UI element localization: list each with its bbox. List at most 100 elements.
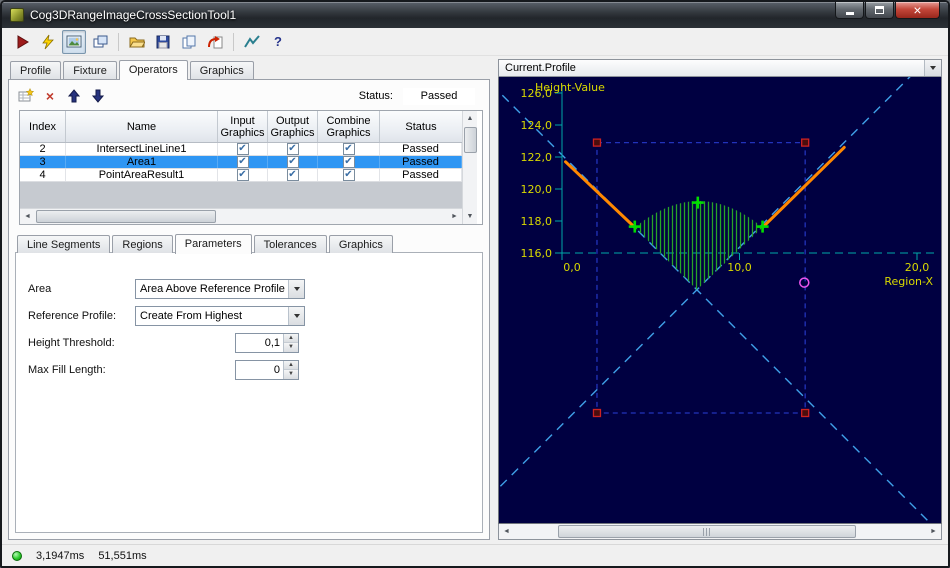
hscroll-thumb[interactable]: [36, 210, 216, 223]
tab-graphics[interactable]: Graphics: [189, 61, 254, 79]
column-header[interactable]: Output Graphics: [268, 111, 318, 142]
height-threshold-value[interactable]: 0,1: [236, 334, 283, 352]
cell-name: Area1: [66, 156, 218, 168]
copy-icon: [182, 35, 196, 48]
reference-profile-select[interactable]: Create From Highest: [135, 305, 305, 326]
process-time: 3,1947ms: [36, 549, 85, 562]
profile-hscroll-thumb[interactable]: [558, 525, 856, 538]
add-operator-button[interactable]: [17, 87, 35, 105]
app-icon: [10, 8, 24, 22]
run-continuous-button[interactable]: [36, 30, 60, 54]
close-button[interactable]: ×: [895, 2, 940, 19]
input-graphics-checkbox[interactable]: ✔: [236, 143, 249, 155]
move-down-button[interactable]: [89, 87, 107, 105]
operator-table-rows: 2 IntersectLineLine1 ✔ ✔ ✔ Passed 3 Area1 ✔ ✔ ✔ Pas…: [20, 143, 462, 182]
measure-profile-button[interactable]: [240, 30, 264, 54]
max-fill-length-value[interactable]: 0: [236, 361, 283, 379]
reset-button[interactable]: [203, 30, 227, 54]
cell-output-graphics: ✔: [268, 169, 318, 181]
toolbar-separator: [233, 32, 234, 51]
float-window-button[interactable]: [88, 30, 112, 54]
profile-display[interactable]: 126,0 124,0 122,0 120,0 118,0 116,0 0,0 10,0 20,…: [498, 77, 942, 524]
table-row[interactable]: 3 Area1 ✔ ✔ ✔ Passed: [20, 156, 462, 169]
status-label: Status:: [358, 90, 393, 102]
save-file-button[interactable]: [151, 30, 175, 54]
titlebar[interactable]: Cog3DRangeImageCrossSectionTool1 ×: [2, 2, 948, 28]
scroll-right-icon[interactable]: ►: [447, 209, 462, 224]
subtab-parameters[interactable]: Parameters: [174, 234, 252, 254]
status-bar: 3,1947ms 51,551ms: [2, 544, 948, 566]
minimize-button[interactable]: [835, 2, 864, 19]
spin-up-icon[interactable]: ▲: [284, 360, 298, 369]
column-header[interactable]: Input Graphics: [218, 111, 268, 142]
table-row[interactable]: 2 IntersectLineLine1 ✔ ✔ ✔ Passed: [20, 143, 462, 156]
left-panel: Profile Fixture Operators Graphics × Sta…: [8, 59, 490, 540]
subtab-regions[interactable]: Regions: [112, 235, 173, 253]
scroll-down-icon[interactable]: ▼: [463, 209, 478, 224]
toolbar-separator: [118, 32, 119, 51]
table-row[interactable]: 4 PointAreaResult1 ✔ ✔ ✔ Passed: [20, 169, 462, 182]
grip-icon: [702, 527, 712, 536]
output-graphics-checkbox[interactable]: ✔: [286, 156, 299, 168]
vscroll-thumb[interactable]: [463, 127, 477, 153]
output-graphics-checkbox[interactable]: ✔: [286, 169, 299, 181]
delete-operator-button[interactable]: ×: [41, 87, 59, 105]
subtab-graphics[interactable]: Graphics: [328, 235, 393, 253]
column-header[interactable]: Index: [20, 111, 66, 142]
open-file-button[interactable]: [125, 30, 149, 54]
move-up-button[interactable]: [65, 87, 83, 105]
spin-down-icon[interactable]: ▼: [284, 369, 298, 379]
add-operator-icon: [18, 88, 34, 102]
chevron-down-icon[interactable]: [288, 279, 304, 298]
spin-down-icon[interactable]: ▼: [284, 342, 298, 352]
tab-fixture[interactable]: Fixture: [63, 61, 117, 79]
subtab-tolerances[interactable]: Tolerances: [253, 235, 327, 253]
input-graphics-checkbox[interactable]: ✔: [236, 156, 249, 168]
height-threshold-label: Height Threshold:: [28, 336, 115, 349]
combine-graphics-checkbox[interactable]: ✔: [342, 143, 355, 155]
show-image-display-button[interactable]: [62, 29, 86, 54]
cell-input-graphics: ✔: [218, 169, 268, 181]
profile-hscrollbar[interactable]: ◄ ►: [498, 524, 942, 540]
height-threshold-stepper[interactable]: 0,1 ▲ ▼: [235, 332, 299, 353]
column-header[interactable]: Status: [380, 111, 462, 142]
output-graphics-checkbox[interactable]: ✔: [286, 143, 299, 155]
arrow-up-icon: [67, 89, 81, 103]
run-button[interactable]: [10, 30, 34, 54]
svg-text:20,0: 20,0: [905, 261, 930, 274]
max-fill-length-stepper[interactable]: 0 ▲ ▼: [235, 359, 299, 380]
maximize-button[interactable]: [865, 2, 894, 19]
column-header[interactable]: Name: [66, 111, 218, 142]
column-header[interactable]: Combine Graphics: [318, 111, 380, 142]
cell-name: IntersectLineLine1: [66, 143, 218, 155]
subtab-line-segments[interactable]: Line Segments: [17, 235, 111, 253]
profile-selector[interactable]: Current.Profile: [498, 59, 942, 77]
chevron-down-icon[interactable]: [288, 306, 304, 325]
open-folder-icon: [129, 37, 145, 47]
table-hscrollbar[interactable]: ◄ ►: [20, 208, 462, 224]
scroll-up-icon[interactable]: ▲: [463, 111, 478, 126]
table-vscrollbar[interactable]: ▲ ▼: [462, 111, 477, 224]
cell-status: Passed: [380, 169, 462, 181]
cell-combine-graphics: ✔: [318, 156, 380, 168]
copy-results-button[interactable]: [177, 30, 201, 54]
input-graphics-checkbox[interactable]: ✔: [236, 169, 249, 181]
scroll-left-icon[interactable]: ◄: [499, 524, 514, 539]
reference-profile-value: Create From Highest: [140, 309, 243, 322]
combine-graphics-checkbox[interactable]: ✔: [342, 169, 355, 181]
scroll-left-icon[interactable]: ◄: [20, 209, 35, 224]
combine-graphics-checkbox[interactable]: ✔: [342, 156, 355, 168]
cell-input-graphics: ✔: [218, 143, 268, 155]
area-select[interactable]: Area Above Reference Profile: [135, 278, 305, 299]
svg-text:124,0: 124,0: [521, 119, 553, 132]
spin-up-icon[interactable]: ▲: [284, 333, 298, 342]
help-button[interactable]: ?: [266, 30, 290, 54]
chevron-down-icon[interactable]: [924, 60, 941, 76]
cell-status: Passed: [380, 156, 462, 168]
tab-profile[interactable]: Profile: [10, 61, 62, 79]
main-toolbar: ?: [2, 28, 948, 56]
operator-table-header: Index Name Input Graphics Output Graphics Co…: [20, 111, 462, 143]
scroll-right-icon[interactable]: ►: [926, 524, 941, 539]
profile-panel: Current.Profile 126,0 124,0 122,0 120,0 118,…: [498, 59, 942, 540]
tab-operators[interactable]: Operators: [118, 60, 188, 80]
